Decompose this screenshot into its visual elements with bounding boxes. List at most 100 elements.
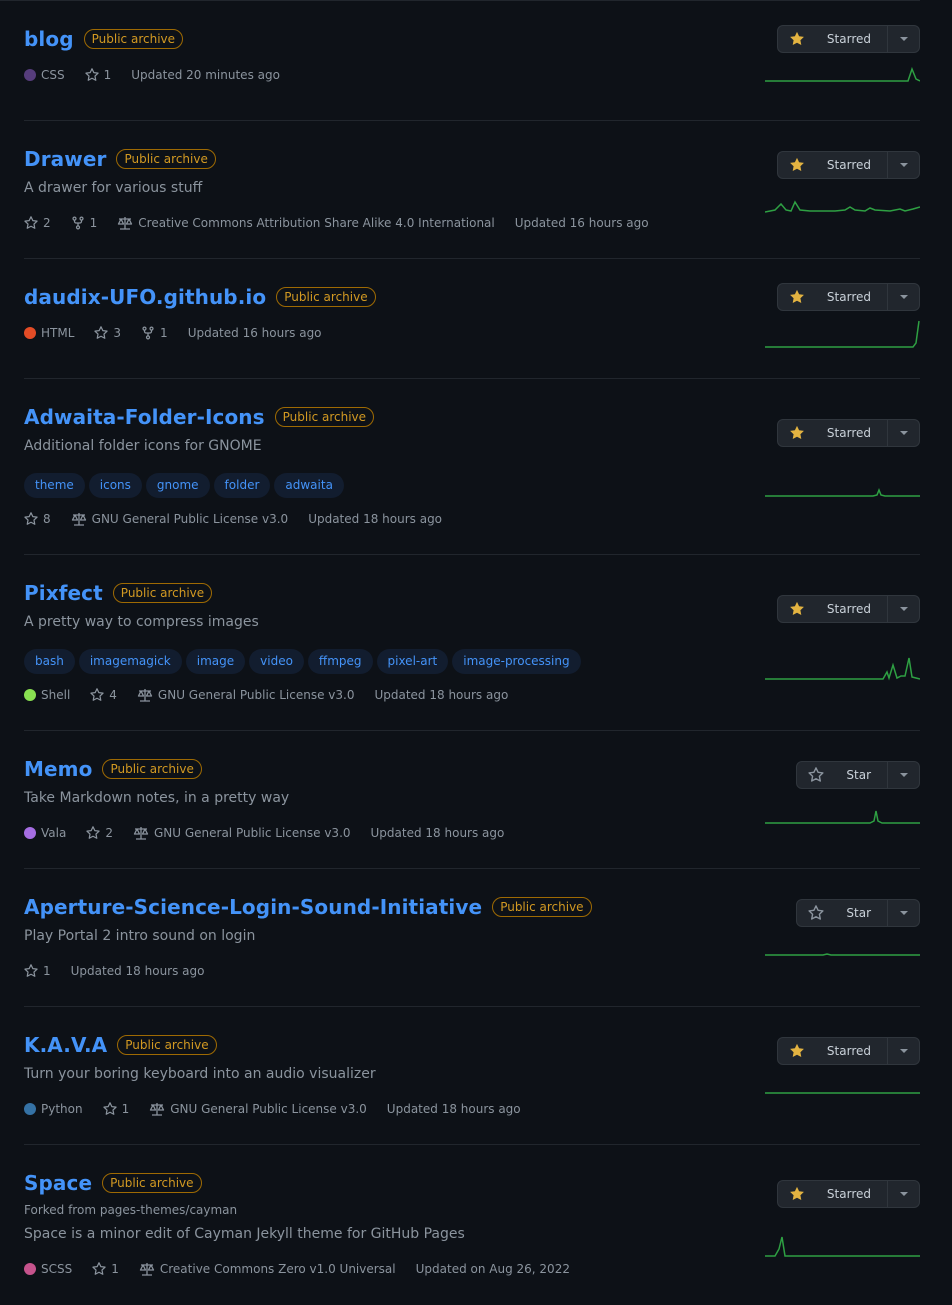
repo-name-link[interactable]: daudix-UFO.github.io	[24, 285, 266, 309]
topic-tag[interactable]: gnome	[145, 473, 210, 498]
repo-item: blog Public archive CSS 1 Updated 20 min…	[24, 1, 920, 121]
star-button-label: Starred	[826, 602, 871, 616]
forks-link[interactable]: 1	[141, 326, 168, 340]
starred-button[interactable]: Starred	[776, 151, 888, 179]
stargazers-link[interactable]: 4	[90, 688, 117, 702]
topic-tag[interactable]: pixel-art	[376, 649, 449, 674]
repo-description: Space is a minor edit of Cayman Jekyll t…	[24, 1226, 465, 1242]
license: GNU General Public License v3.0	[71, 512, 289, 526]
license: Creative Commons Zero v1.0 Universal	[139, 1262, 396, 1276]
star-list-dropdown-button[interactable]	[888, 1180, 920, 1208]
starred-button[interactable]: Starred	[776, 25, 888, 53]
star-button-label: Star	[846, 768, 871, 782]
star-button[interactable]: Star	[796, 761, 888, 789]
star-button-label: Starred	[826, 1187, 871, 1201]
starred-button[interactable]: Starred	[776, 1180, 888, 1208]
topic-tag[interactable]: imagemagick	[78, 649, 182, 674]
starred-button[interactable]: Starred	[776, 1037, 888, 1065]
star-count: 1	[43, 964, 51, 978]
language-color-dot	[24, 689, 36, 701]
updated-time: Updated on Aug 26, 2022	[415, 1262, 570, 1276]
topic-tag[interactable]: theme	[24, 473, 85, 498]
license: GNU General Public License v3.0	[137, 688, 354, 702]
public-archive-badge: Public archive	[116, 149, 216, 169]
star-button[interactable]: Star	[796, 899, 888, 927]
repo-item: daudix-UFO.github.io Public archive HTML…	[24, 259, 920, 379]
language-color-dot	[24, 1103, 36, 1115]
star-count: 8	[43, 512, 51, 526]
triangle-down-icon	[899, 37, 908, 41]
stargazers-link[interactable]: 1	[102, 1102, 130, 1116]
forks-link[interactable]: 1	[71, 216, 97, 230]
language: Vala	[24, 826, 66, 840]
repo-description: Turn your boring keyboard into an audio …	[24, 1066, 376, 1082]
repo-name-link[interactable]: Aperture-Science-Login-Sound-Initiative	[24, 895, 482, 919]
license-label: GNU General Public License v3.0	[170, 1102, 367, 1116]
starred-button[interactable]: Starred	[776, 283, 888, 311]
language-label: Vala	[41, 826, 67, 840]
repo-description: A pretty way to compress images	[24, 614, 259, 630]
topic-tag[interactable]: icons	[88, 473, 142, 498]
star-count: 1	[121, 1102, 130, 1116]
topic-tag[interactable]: folder	[213, 473, 271, 498]
language-label: Shell	[41, 688, 71, 702]
forked-from-link[interactable]: Forked from pages-themes/cayman	[24, 1203, 237, 1217]
star-list-dropdown-button[interactable]	[888, 419, 920, 447]
repo-name-link[interactable]: Space	[24, 1171, 92, 1195]
repo-name-link[interactable]: Memo	[24, 757, 92, 781]
starred-button[interactable]: Starred	[776, 419, 888, 447]
topic-tag[interactable]: adwaita	[274, 473, 344, 498]
stargazers-link[interactable]: 1	[84, 68, 111, 82]
license-label: GNU General Public License v3.0	[91, 512, 289, 526]
triangle-down-icon	[899, 295, 908, 299]
language: HTML	[24, 326, 74, 340]
star-list-dropdown-button[interactable]	[888, 1037, 920, 1065]
public-archive-badge: Public archive	[83, 29, 184, 49]
public-archive-badge: Public archive	[274, 407, 375, 427]
topic-tag[interactable]: bash	[24, 649, 75, 674]
repo-name-link[interactable]: K.A.V.A	[24, 1033, 107, 1057]
updated-time: Updated 18 hours ago	[308, 512, 443, 526]
stargazers-link[interactable]: 2	[86, 826, 113, 840]
stargazers-link[interactable]: 2	[24, 216, 51, 230]
repo-name-link[interactable]: blog	[24, 27, 74, 51]
stargazers-link[interactable]: 1	[24, 964, 51, 978]
star-icon	[94, 326, 109, 339]
activity-sparkline	[765, 810, 920, 824]
language-label: CSS	[41, 68, 65, 82]
topic-tag[interactable]: ffmpeg	[307, 649, 373, 674]
updated-time: Updated 18 hours ago	[370, 826, 505, 840]
repo-name-link[interactable]: Drawer	[24, 147, 106, 171]
triangle-down-icon	[899, 607, 908, 611]
repo-item: Pixfect Public archive A pretty way to c…	[24, 555, 920, 731]
triangle-down-icon	[899, 773, 908, 777]
language-color-dot	[24, 69, 36, 81]
star-icon	[24, 964, 38, 977]
repo-name-link[interactable]: Pixfect	[24, 581, 103, 605]
stargazers-link[interactable]: 3	[94, 326, 121, 340]
starred-button[interactable]: Starred	[776, 595, 888, 623]
star-fill-icon	[790, 31, 804, 45]
license: GNU General Public License v3.0	[149, 1102, 367, 1116]
star-list-dropdown-button[interactable]	[888, 595, 920, 623]
star-fill-icon	[790, 289, 804, 303]
star-list-dropdown-button[interactable]	[888, 899, 920, 927]
star-icon	[84, 68, 99, 81]
topic-list: bash imagemagick image video ffmpeg pixe…	[24, 649, 581, 674]
repo-name-link[interactable]: Adwaita-Folder-Icons	[24, 405, 265, 429]
topic-tag[interactable]: image	[185, 649, 246, 674]
star-list-dropdown-button[interactable]	[888, 25, 920, 53]
triangle-down-icon	[899, 431, 908, 435]
star-list-dropdown-button[interactable]	[888, 151, 920, 179]
language-label: SCSS	[41, 1262, 73, 1276]
star-list-dropdown-button[interactable]	[888, 761, 920, 789]
law-icon	[71, 513, 86, 526]
topic-tag[interactable]: video	[249, 649, 304, 674]
topic-tag[interactable]: image-processing	[452, 649, 581, 674]
repo-description: A drawer for various stuff	[24, 180, 203, 196]
public-archive-badge: Public archive	[102, 1173, 202, 1193]
stargazers-link[interactable]: 8	[24, 512, 51, 526]
stargazers-link[interactable]: 1	[92, 1262, 119, 1276]
star-icon	[24, 216, 38, 229]
star-list-dropdown-button[interactable]	[888, 283, 920, 311]
